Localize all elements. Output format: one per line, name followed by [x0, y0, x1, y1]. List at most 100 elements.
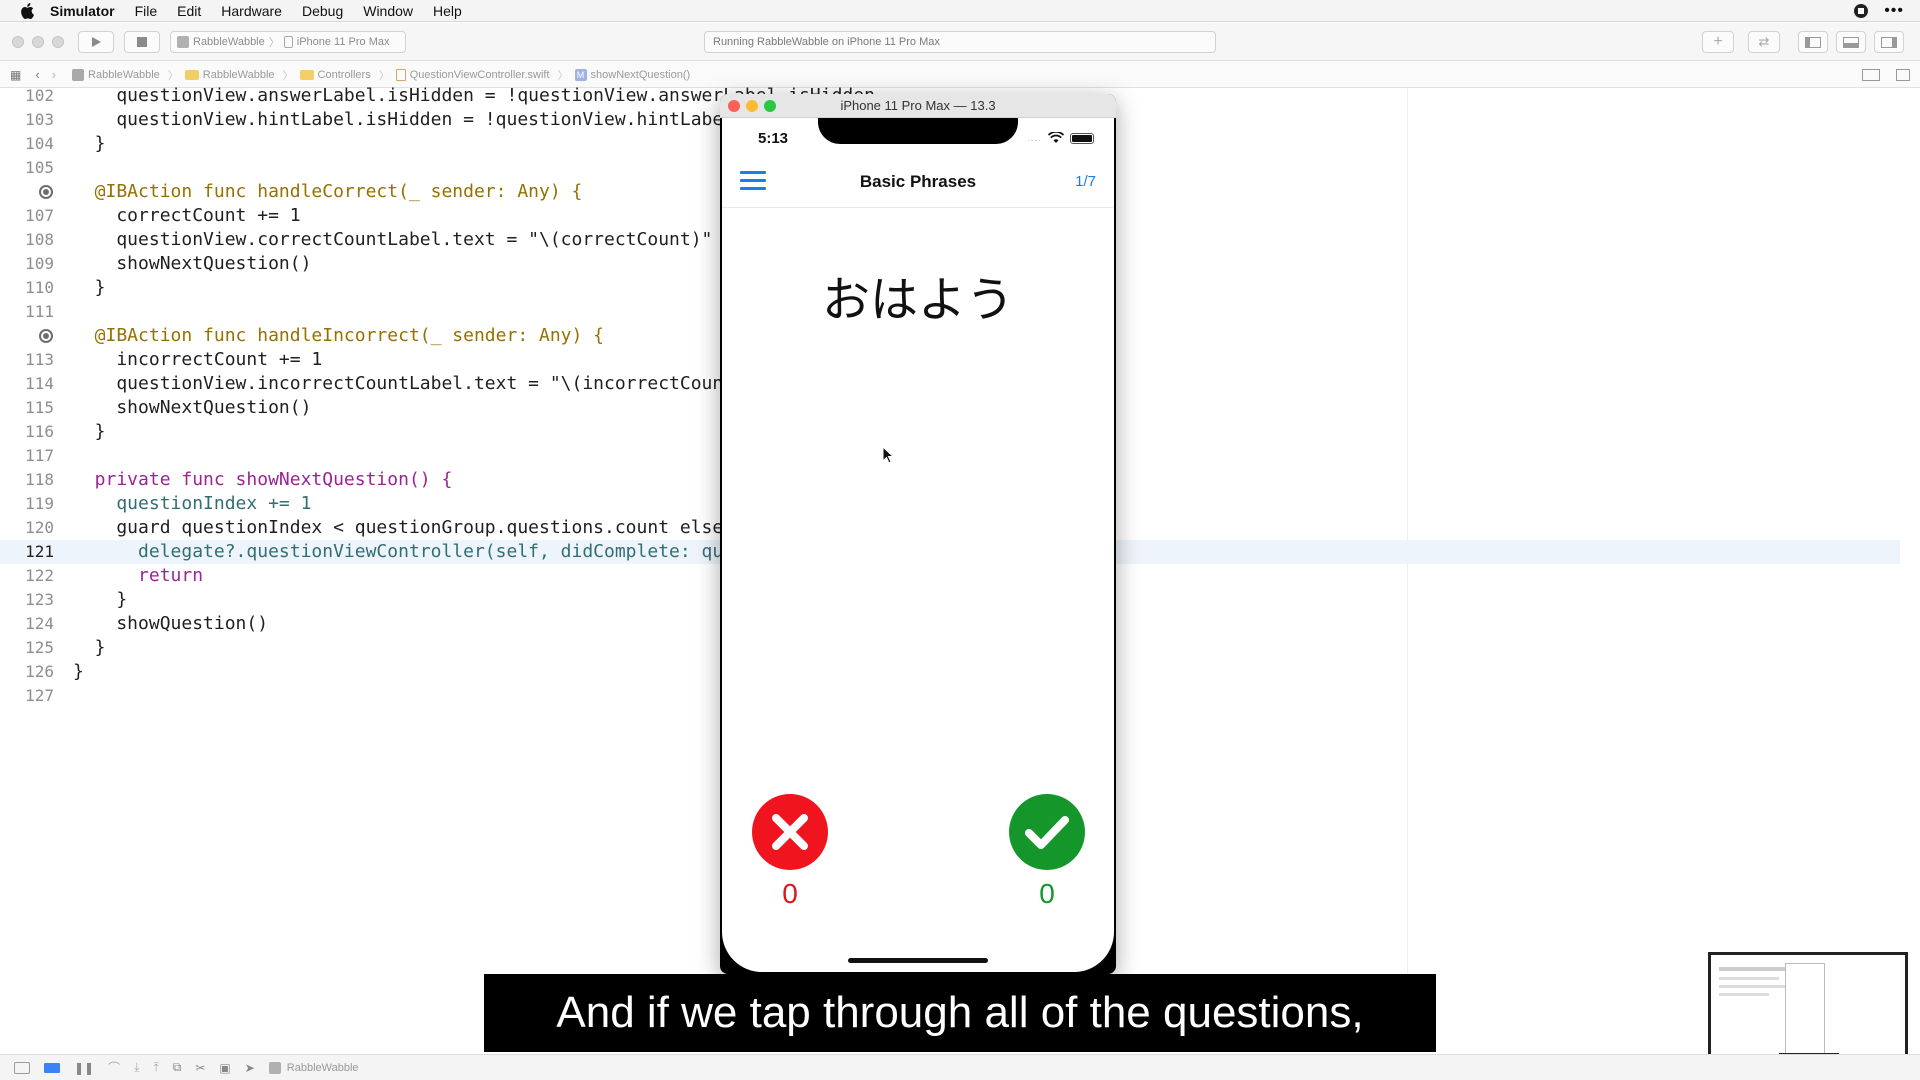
swift-file-icon — [395, 68, 406, 81]
breakpoints-toggle-icon[interactable] — [44, 1062, 60, 1073]
notch — [818, 118, 1018, 144]
code-text: questionView.hintLabel.isHidden = !quest… — [73, 109, 832, 130]
record-stop-icon[interactable] — [1854, 4, 1869, 18]
code-review-button[interactable]: ⇄ — [1748, 31, 1780, 53]
code-text: } — [73, 133, 106, 154]
back-button[interactable]: ‹ — [35, 67, 39, 82]
correct-count: 0 — [1039, 878, 1055, 909]
location-icon[interactable]: ➤ — [245, 1061, 255, 1075]
menubar-extras: ••• — [1854, 0, 1904, 22]
menu-file[interactable]: File — [135, 3, 158, 19]
toggle-inspector-button[interactable] — [1874, 31, 1904, 53]
breadcrumb-folder[interactable]: Controllers — [299, 69, 371, 81]
device-icon — [283, 36, 293, 48]
forward-button[interactable]: › — [52, 67, 56, 82]
memory-graph-icon[interactable]: ✂ — [195, 1061, 205, 1075]
library-button[interactable]: + — [1702, 31, 1734, 53]
code-text: return — [73, 565, 204, 586]
menu-edit[interactable]: Edit — [177, 3, 201, 19]
menu-window[interactable]: Window — [363, 3, 413, 19]
menu-help[interactable]: Help — [433, 3, 462, 19]
xcode-toolbar: RabbleWabble 〉 iPhone 11 Pro Max Running… — [0, 23, 1920, 61]
code-text: } — [73, 661, 84, 682]
related-items-icon[interactable]: ▦ — [10, 68, 21, 82]
add-editor-icon[interactable] — [1896, 69, 1910, 81]
sim-minimize-button[interactable] — [746, 100, 758, 112]
folder-icon — [184, 69, 199, 80]
cellular-icon: .... — [1026, 132, 1042, 144]
correct-button[interactable] — [1009, 794, 1085, 870]
breadcrumb-group[interactable]: RabbleWabble — [184, 69, 275, 81]
inspector-panel-icon — [1881, 36, 1897, 48]
toggle-navigator-button[interactable] — [1798, 31, 1828, 53]
code-text: @IBAction func handleCorrect(_ sender: A… — [73, 181, 583, 202]
code-text: } — [73, 277, 106, 298]
folder-icon — [299, 69, 314, 80]
debug-panel-icon — [1843, 36, 1859, 48]
stop-icon — [137, 37, 147, 47]
code-text: questionView.incorrectCountLabel.text = … — [73, 373, 756, 394]
menu-hardware[interactable]: Hardware — [221, 3, 282, 19]
code-text: @IBAction func handleIncorrect(_ sender:… — [73, 325, 605, 346]
code-text: correctCount += 1 — [73, 205, 301, 226]
breadcrumb-project[interactable]: RabbleWabble — [72, 68, 160, 81]
menubar: Simulator File Edit Hardware Debug Windo… — [0, 0, 1920, 22]
activity-status: Running RabbleWabble on iPhone 11 Pro Ma… — [704, 31, 1216, 53]
iphone-screen[interactable]: 5:13 .... Basic Phrases 1/7 おはよう 0 0 — [722, 118, 1114, 972]
ibaction-connection-icon[interactable] — [39, 329, 53, 343]
pause-icon[interactable]: ❚❚ — [74, 1061, 94, 1075]
mouse-cursor-icon — [882, 446, 894, 464]
view-hierarchy-icon[interactable]: ⧉ — [173, 1060, 182, 1075]
breadcrumb-file[interactable]: QuestionViewController.swift — [395, 68, 550, 81]
run-button[interactable] — [78, 31, 114, 53]
debug-target-name[interactable]: RabbleWabble — [287, 1062, 359, 1074]
incorrect-count: 0 — [782, 878, 798, 909]
incorrect-button[interactable] — [752, 794, 828, 870]
app-target-icon — [177, 36, 189, 48]
hide-debug-area-icon[interactable] — [14, 1061, 30, 1074]
window-minimize-button[interactable] — [32, 36, 44, 48]
question-prompt[interactable]: おはよう — [722, 260, 1114, 330]
adjust-editor-icon[interactable] — [1862, 69, 1880, 81]
code-text: } — [73, 637, 106, 658]
code-text: guard questionIndex < questionGroup.ques… — [73, 517, 745, 538]
play-icon — [92, 37, 101, 47]
step-out-icon[interactable]: ⤒ — [153, 1060, 158, 1075]
code-text: } — [73, 421, 106, 442]
target-icon — [268, 1061, 281, 1074]
sim-close-button[interactable] — [728, 100, 740, 112]
step-over-icon[interactable]: ⌒ — [108, 1059, 120, 1076]
toggle-debug-area-button[interactable] — [1836, 31, 1866, 53]
window-close-button[interactable] — [12, 36, 24, 48]
more-menu-icon[interactable]: ••• — [1884, 2, 1904, 20]
code-text: } — [73, 589, 128, 610]
debug-bar: ❚❚ ⌒ ⤓ ⤒ ⧉ ✂ ▣ ➤ RabbleWabble — [0, 1054, 1920, 1080]
nav-title: Basic Phrases — [859, 172, 977, 191]
home-indicator[interactable] — [848, 958, 988, 963]
code-text: showQuestion() — [73, 613, 269, 634]
code-text: showNextQuestion() — [73, 253, 312, 274]
simulator-titlebar[interactable]: iPhone 11 Pro Max — 13.3 — [720, 94, 1116, 118]
breadcrumb-method[interactable]: MshowNextQuestion() — [574, 68, 690, 81]
scheme-selector[interactable]: RabbleWabble 〉 iPhone 11 Pro Max — [170, 31, 406, 53]
status-time: 5:13 — [758, 130, 789, 147]
code-text: questionIndex += 1 — [73, 493, 312, 514]
method-icon: M — [574, 68, 587, 81]
ibaction-connection-icon[interactable] — [39, 185, 53, 199]
activity-status-text: Running RabbleWabble on iPhone 11 Pro Ma… — [713, 36, 940, 48]
step-into-icon[interactable]: ⤓ — [134, 1060, 139, 1075]
apple-menu-icon[interactable] — [16, 0, 38, 22]
stop-button[interactable] — [124, 31, 160, 53]
code-text: questionView.correctCountLabel.text = "\… — [73, 229, 713, 250]
navigation-bar: Basic Phrases 1/7 — [722, 156, 1114, 208]
menu-debug[interactable]: Debug — [302, 3, 343, 19]
code-text: showNextQuestion() — [73, 397, 312, 418]
window-zoom-button[interactable] — [52, 36, 64, 48]
menu-app-simulator[interactable]: Simulator — [50, 3, 115, 19]
sim-zoom-button[interactable] — [764, 100, 776, 112]
code-text: incorrectCount += 1 — [73, 349, 323, 370]
swap-arrows-icon: ⇄ — [1758, 34, 1770, 49]
code-text: private func showNextQuestion() { — [73, 469, 453, 490]
environment-overrides-icon[interactable]: ▣ — [219, 1061, 230, 1075]
simulator-window: iPhone 11 Pro Max — 13.3 5:13 .... Basic… — [720, 94, 1116, 974]
